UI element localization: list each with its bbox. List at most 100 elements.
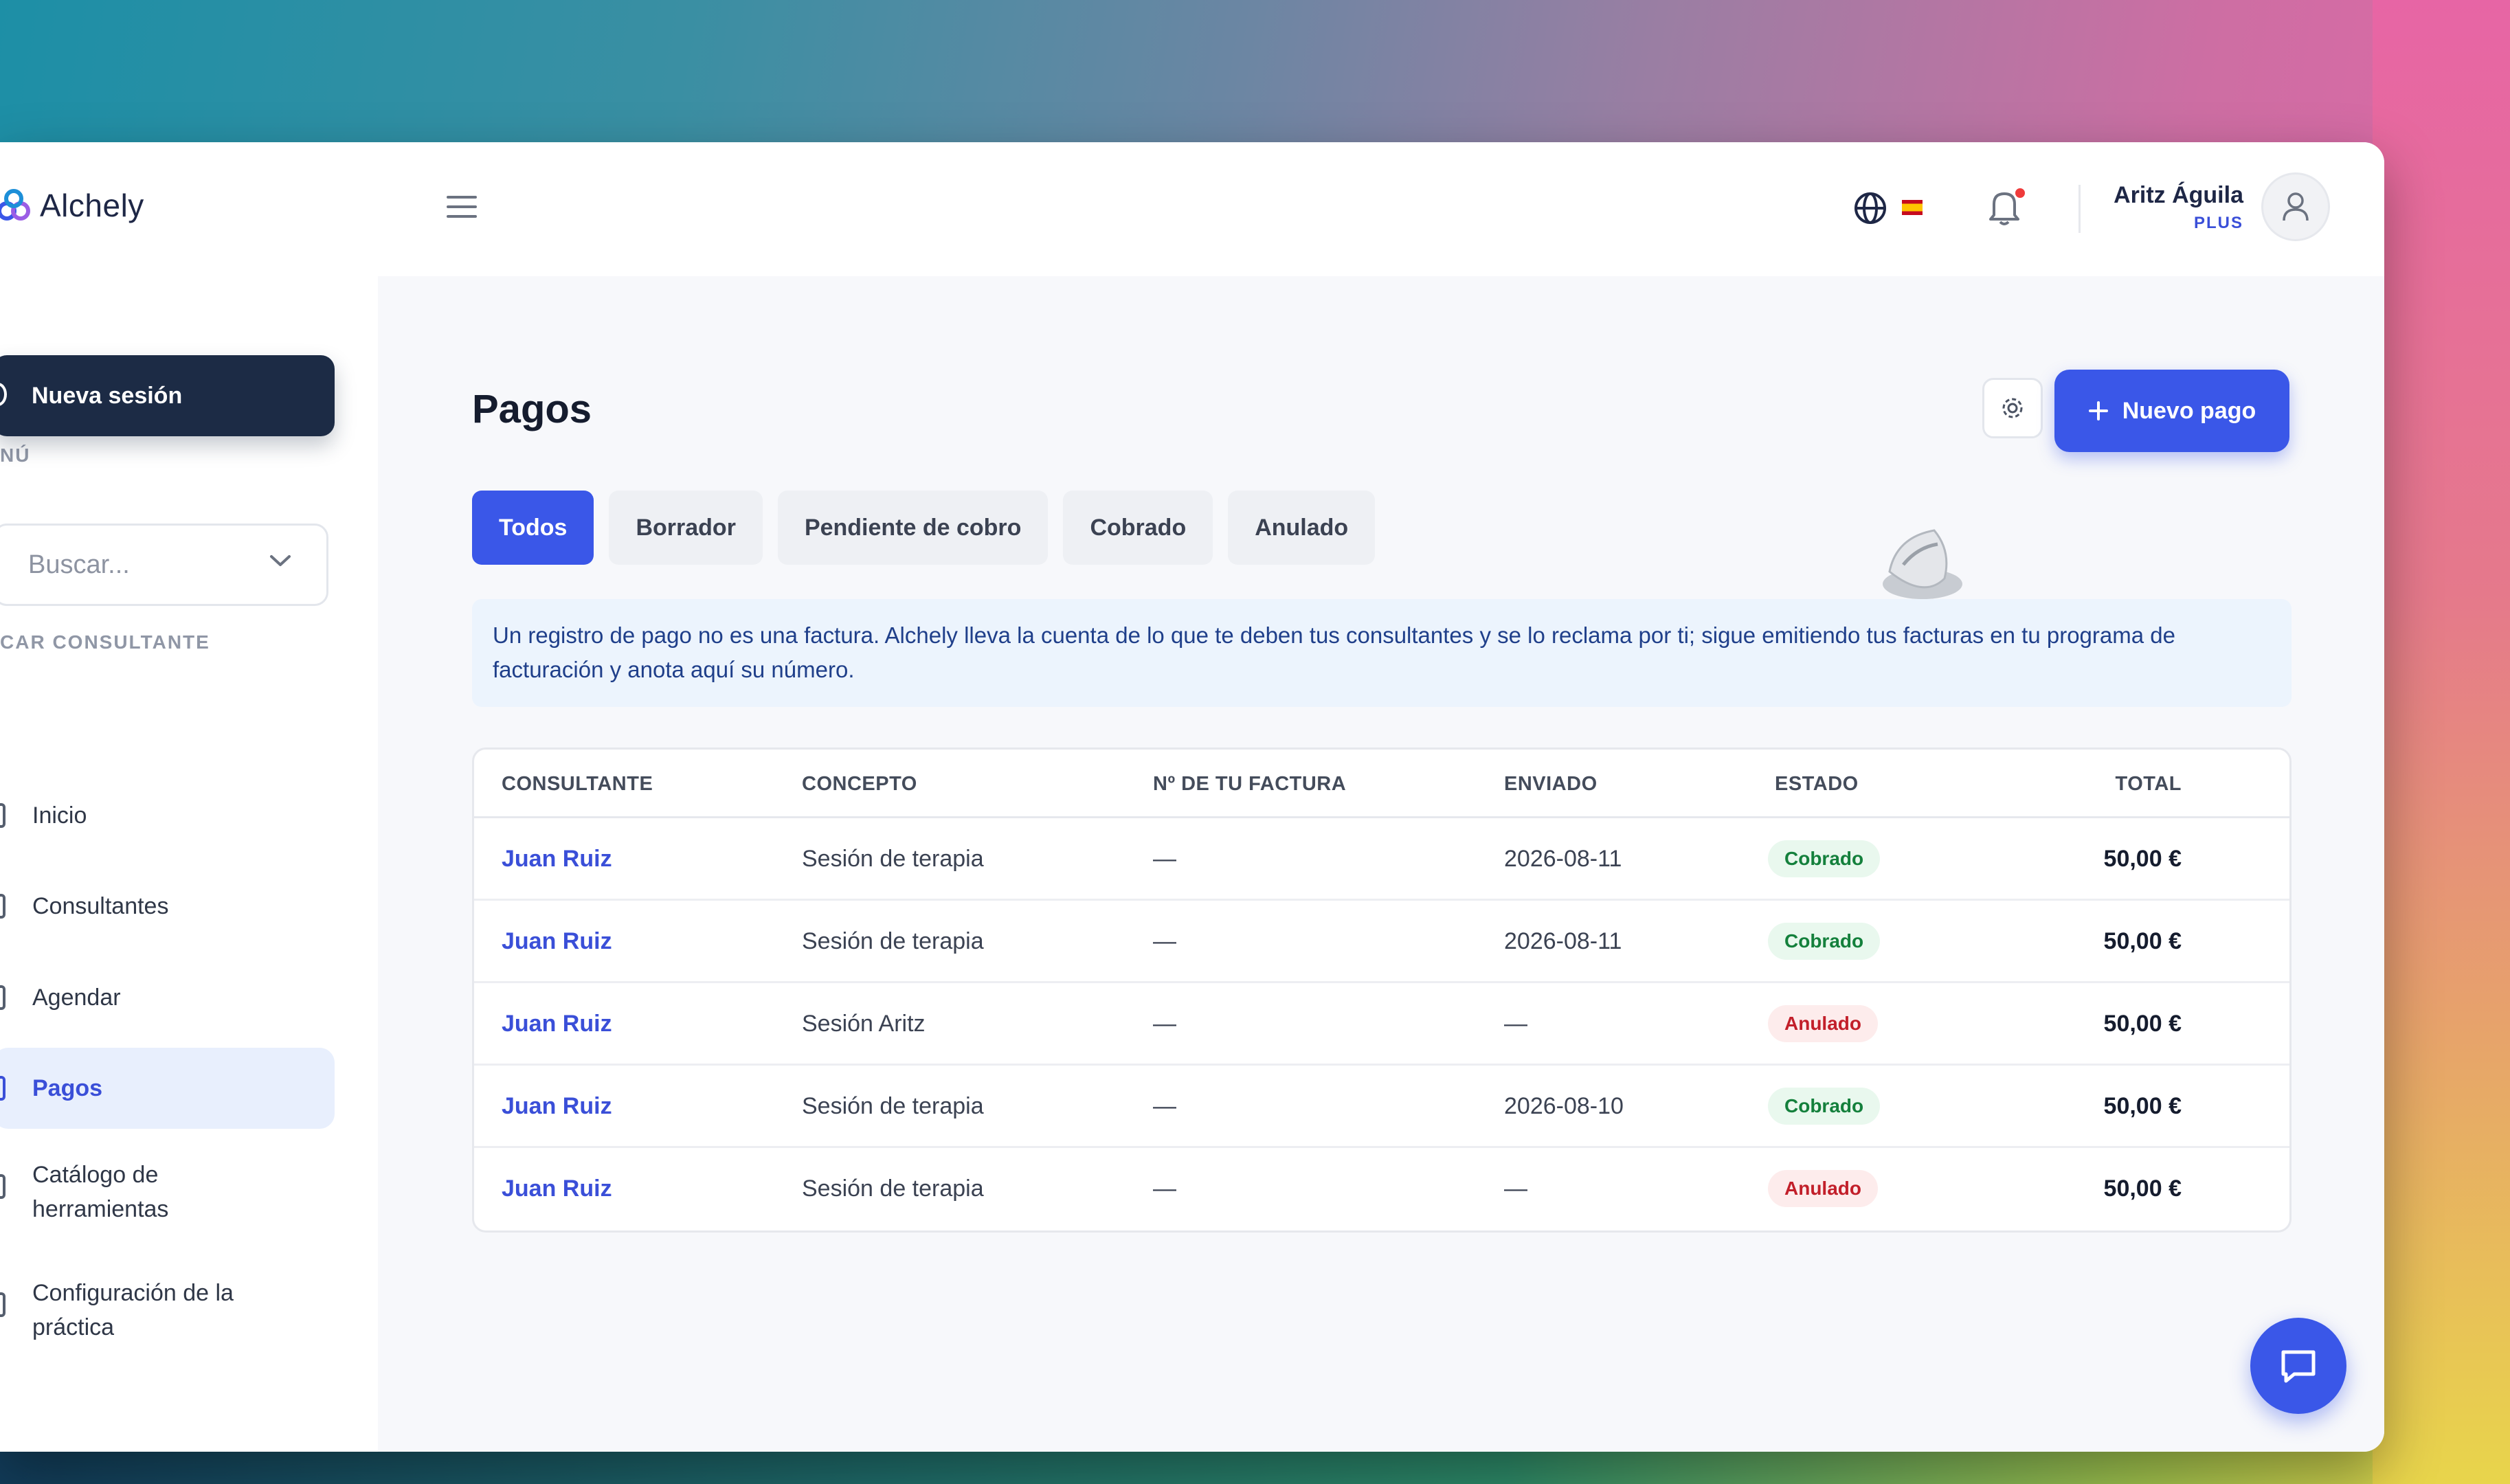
sidebar-item-label: Configuración de la práctica — [32, 1276, 234, 1345]
globe-icon[interactable] — [1852, 190, 1888, 226]
column-header[interactable]: TOTAL — [2116, 773, 2182, 796]
new-payment-label: Nuevo pago — [2122, 397, 2256, 424]
sent-date-cell: — — [1504, 1011, 1527, 1037]
settings-button[interactable] — [1982, 378, 2043, 438]
label-line: Catálogo de — [32, 1162, 159, 1188]
status-badge: Cobrado — [1768, 1088, 1881, 1125]
client-search-select[interactable]: Buscar... — [0, 524, 328, 606]
sidebar: Alchely NÚ Nueva sesión CAR CONSULTANTE … — [0, 142, 378, 1452]
page-title: Pagos — [472, 387, 592, 431]
menu-section-label: NÚ — [0, 445, 31, 466]
receipt-icon — [0, 1076, 5, 1101]
tab-todos[interactable]: Todos — [472, 491, 594, 565]
search-placeholder: Buscar... — [28, 550, 130, 579]
user-icon — [2283, 192, 2309, 221]
table-row[interactable]: Juan Ruiz Sesión de terapia — 2026-08-10… — [474, 1066, 2289, 1148]
sidebar-item-configuracion[interactable]: Configuración de la práctica — [0, 1276, 335, 1351]
avatar[interactable] — [2261, 172, 2330, 241]
invoice-cell: — — [1153, 846, 1176, 872]
app-logo[interactable]: Alchely — [0, 187, 144, 224]
total-cell: 50,00 € — [2103, 1011, 2182, 1037]
sidebar-item-label: Agendar — [32, 984, 121, 1011]
settings-icon — [0, 1292, 5, 1317]
invoice-cell: — — [1153, 1176, 1176, 1202]
chat-button[interactable] — [2250, 1318, 2346, 1414]
menu-toggle-icon[interactable] — [447, 196, 477, 225]
invoice-cell: — — [1153, 1011, 1176, 1037]
total-cell: 50,00 € — [2103, 846, 2182, 872]
sidebar-item-pagos[interactable]: Pagos — [0, 1048, 335, 1129]
column-header[interactable]: ESTADO — [1775, 773, 1859, 796]
label-line: práctica — [32, 1314, 115, 1340]
concept-cell: Sesión de terapia — [802, 1093, 984, 1119]
sent-date-cell: — — [1504, 1176, 1527, 1202]
new-payment-button[interactable]: Nuevo pago — [2054, 370, 2289, 452]
spain-flag-icon[interactable] — [1902, 200, 1923, 215]
column-header[interactable]: ENVIADO — [1504, 773, 1598, 796]
sidebar-item-label: Catálogo de herramientas — [32, 1158, 168, 1226]
client-link[interactable]: Juan Ruiz — [502, 1093, 612, 1120]
payments-table: CONSULTANTE CONCEPTO Nº DE TU FACTURA EN… — [472, 747, 2292, 1233]
sidebar-item-catalogo[interactable]: Catálogo de herramientas — [0, 1158, 335, 1233]
total-cell: 50,00 € — [2103, 1093, 2182, 1119]
sent-date-cell: 2026-08-10 — [1504, 1093, 1624, 1119]
power-icon — [0, 383, 7, 406]
sidebar-item-consultantes[interactable]: Consultantes — [0, 872, 335, 941]
concept-cell: Sesión de terapia — [802, 1176, 984, 1202]
column-header[interactable]: CONSULTANTE — [502, 773, 653, 796]
status-badge: Cobrado — [1768, 840, 1881, 877]
sent-date-cell: 2026-08-11 — [1504, 928, 1622, 954]
column-header[interactable]: CONCEPTO — [802, 773, 917, 796]
invoice-cell: — — [1153, 928, 1176, 954]
table-row[interactable]: Juan Ruiz Sesión de terapia — 2026-08-11… — [474, 901, 2289, 983]
status-tabs: Todos Borrador Pendiente de cobro Cobrad… — [472, 491, 1376, 565]
home-icon — [0, 803, 5, 828]
new-session-label: Nueva sesión — [32, 382, 183, 409]
alchely-logo-icon — [0, 189, 30, 221]
client-link[interactable]: Juan Ruiz — [502, 1176, 612, 1202]
total-cell: 50,00 € — [2103, 1176, 2182, 1202]
chat-icon — [2281, 1350, 2316, 1383]
sidebar-item-label: Inicio — [32, 802, 87, 829]
gear-icon — [2002, 398, 2023, 418]
status-badge: Anulado — [1768, 1005, 1878, 1042]
column-header[interactable]: Nº DE TU FACTURA — [1153, 773, 1346, 796]
table-header: CONSULTANTE CONCEPTO Nº DE TU FACTURA EN… — [474, 750, 2289, 818]
app-name: Alchely — [40, 188, 144, 223]
concept-cell: Sesión de terapia — [802, 846, 984, 872]
plus-icon — [2088, 401, 2108, 420]
invoice-cell: — — [1153, 1093, 1176, 1119]
tab-borrador[interactable]: Borrador — [609, 491, 763, 565]
table-row[interactable]: Juan Ruiz Sesión de terapia — — Anulado … — [474, 1148, 2289, 1230]
total-cell: 50,00 € — [2103, 928, 2182, 954]
top-bar: Aritz Águila PLUS — [378, 142, 2384, 276]
concept-cell: Sesión Aritz — [802, 1011, 926, 1037]
tab-cobrado[interactable]: Cobrado — [1063, 491, 1213, 565]
sidebar-item-label: Pagos — [32, 1075, 103, 1101]
label-line: Configuración de la — [32, 1280, 234, 1306]
table-row[interactable]: Juan Ruiz Sesión Aritz — — Anulado 50,00… — [474, 983, 2289, 1066]
calendar-icon — [0, 985, 5, 1010]
new-session-button[interactable]: Nueva sesión — [0, 355, 335, 436]
status-badge: Cobrado — [1768, 923, 1881, 960]
catalog-icon — [0, 1174, 5, 1199]
user-name[interactable]: Aritz Águila — [2114, 182, 2243, 209]
tab-pendiente-de-cobro[interactable]: Pendiente de cobro — [777, 491, 1049, 565]
search-client-label: CAR CONSULTANTE — [0, 631, 210, 653]
app-window: Alchely NÚ Nueva sesión CAR CONSULTANTE … — [0, 142, 2384, 1452]
notification-dot — [2013, 186, 2027, 200]
client-link[interactable]: Juan Ruiz — [502, 928, 612, 955]
sent-date-cell: 2026-08-11 — [1504, 846, 1622, 872]
table-row[interactable]: Juan Ruiz Sesión de terapia — 2026-08-11… — [474, 818, 2289, 901]
sidebar-item-inicio[interactable]: Inicio — [0, 781, 335, 850]
client-link[interactable]: Juan Ruiz — [502, 846, 612, 873]
main-content: Pagos Nuevo pago Todos Borrador Pendient… — [378, 276, 2384, 1452]
sidebar-item-label: Consultantes — [32, 892, 169, 919]
divider — [2078, 185, 2081, 233]
tab-anulado[interactable]: Anulado — [1228, 491, 1376, 565]
concept-cell: Sesión de terapia — [802, 928, 984, 954]
user-plan-badge: PLUS — [2193, 214, 2243, 232]
label-line: herramientas — [32, 1196, 169, 1222]
client-link[interactable]: Juan Ruiz — [502, 1011, 612, 1037]
sidebar-item-agendar[interactable]: Agendar — [0, 963, 335, 1032]
